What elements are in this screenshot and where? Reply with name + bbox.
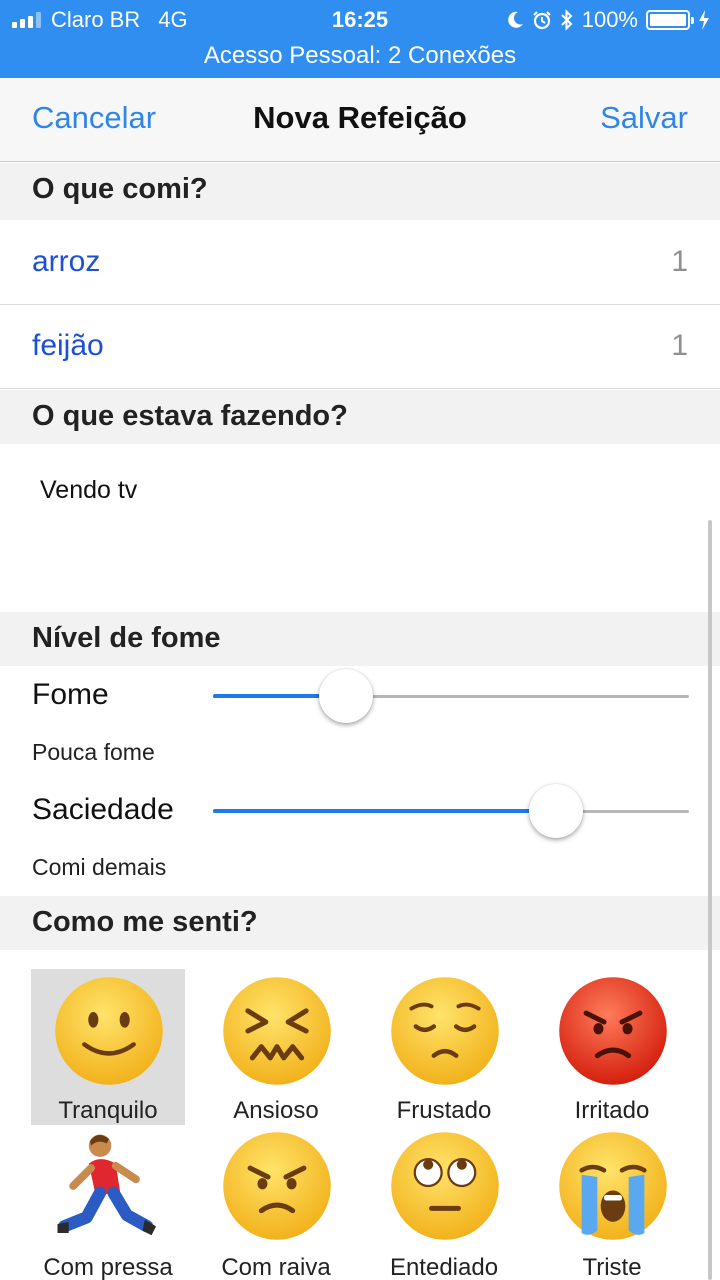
- mood-option[interactable]: Com raiva: [199, 1124, 353, 1280]
- food-row[interactable]: feijão 1: [0, 305, 720, 389]
- satiety-slider[interactable]: [213, 784, 689, 838]
- battery-icon: [646, 10, 694, 30]
- section-header-activity: O que estava fazendo?: [0, 390, 720, 444]
- moon-icon: [507, 11, 523, 28]
- slider-thumb[interactable]: [528, 784, 583, 838]
- section-title-hunger: Nível de fome: [32, 622, 221, 654]
- mood-option[interactable]: Triste: [535, 1124, 689, 1280]
- slider-active-track: [213, 809, 556, 813]
- food-name: feijão: [32, 329, 104, 362]
- battery-percent: 100%: [581, 7, 638, 32]
- food-quantity: 1: [671, 329, 688, 362]
- section-title-food: O que comi?: [32, 173, 208, 205]
- scroll-indicator[interactable]: [708, 520, 712, 1280]
- mood-label: Entediado: [389, 1254, 499, 1280]
- mood-option[interactable]: Tranquilo: [31, 969, 185, 1125]
- status-right: 100%: [506, 6, 710, 34]
- activity-text: Vendo tv: [40, 476, 138, 504]
- slider-thumb[interactable]: [319, 669, 374, 723]
- confounded-face-icon: [223, 977, 331, 1085]
- hotspot-banner[interactable]: Acesso Pessoal: 2 Conexões: [0, 42, 720, 70]
- loudly-crying-face-icon: [559, 1132, 667, 1240]
- navigation-bar: Cancelar Nova Refeição Salvar: [0, 78, 720, 162]
- mood-label: Com raiva: [221, 1254, 331, 1280]
- bluetooth-icon: [561, 9, 573, 31]
- slightly-smiling-face-icon: [55, 977, 163, 1085]
- status-bar: Claro BR 4G 16:25 100% Acesso Pessoal: 2…: [0, 0, 720, 78]
- mood-option[interactable]: Entediado: [367, 1124, 521, 1280]
- pensive-face-icon: [391, 977, 499, 1085]
- mood-label: Irritado: [574, 1097, 650, 1124]
- angry-face-icon: [223, 1132, 331, 1240]
- satiety-slider-label: Saciedade: [32, 793, 174, 826]
- mood-label: Ansioso: [233, 1097, 319, 1124]
- charging-bolt-icon: [699, 10, 709, 30]
- nova-refeicao-screen: Claro BR 4G 16:25 100% Acesso Pessoal: 2…: [0, 0, 720, 1280]
- mood-option[interactable]: Frustado: [367, 969, 521, 1125]
- food-row[interactable]: arroz 1: [0, 221, 720, 305]
- activity-text-area[interactable]: [0, 444, 720, 612]
- mood-option[interactable]: Ansioso: [199, 969, 353, 1125]
- mood-option[interactable]: Com pressa: [31, 1124, 185, 1280]
- mood-label: Tranquilo: [58, 1097, 158, 1124]
- hunger-slider-description: Pouca fome: [32, 739, 155, 765]
- hunger-slider[interactable]: [213, 669, 689, 723]
- pouting-face-icon: [559, 977, 667, 1085]
- food-name: arroz: [32, 245, 101, 278]
- section-header-hunger: Nível de fome: [0, 612, 720, 666]
- satiety-slider-description: Comi demais: [32, 854, 167, 880]
- face-with-rolling-eyes-icon: [391, 1132, 499, 1240]
- mood-label: Triste: [582, 1254, 642, 1280]
- food-quantity: 1: [671, 245, 688, 278]
- running-man-icon: [57, 1134, 157, 1236]
- mood-label: Com pressa: [43, 1254, 173, 1280]
- save-button[interactable]: Salvar: [600, 100, 688, 136]
- hunger-slider-label: Fome: [32, 678, 109, 711]
- section-title-feeling: Como me senti?: [32, 906, 258, 938]
- section-header-food: O que comi?: [0, 163, 720, 220]
- alarm-icon: [532, 11, 551, 30]
- mood-option[interactable]: Irritado: [535, 969, 689, 1125]
- section-title-activity: O que estava fazendo?: [32, 400, 348, 432]
- mood-label: Frustado: [396, 1097, 492, 1124]
- section-header-feeling: Como me senti?: [0, 896, 720, 950]
